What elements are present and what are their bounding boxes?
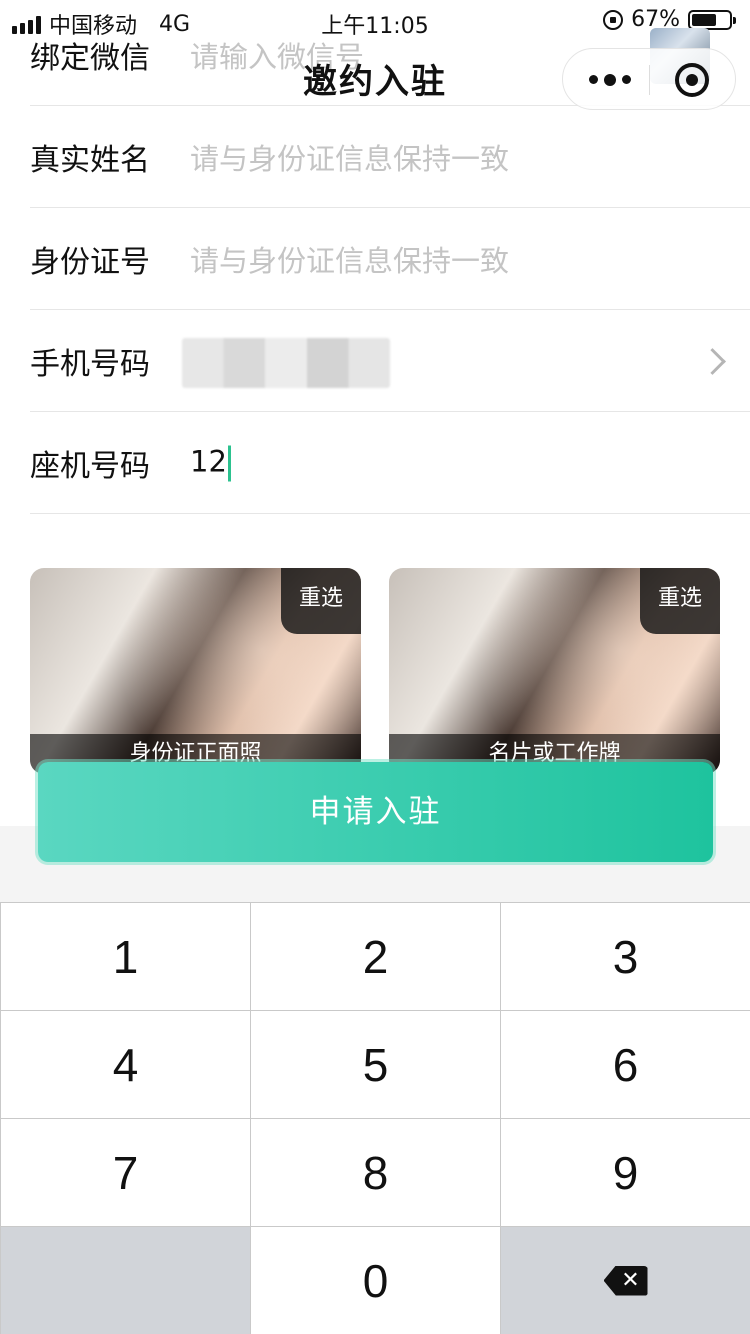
idcard-row[interactable]: 身份证号 请与身份证信息保持一致 (30, 209, 750, 310)
business-card-upload[interactable]: 重选 名片或工作牌 (389, 568, 720, 774)
key-9[interactable]: 9 (500, 1118, 750, 1226)
key-5[interactable]: 5 (250, 1010, 500, 1118)
capsule-menu (562, 48, 736, 110)
backspace-icon: ✕ (603, 1265, 648, 1296)
mobile-value-redacted (182, 338, 390, 388)
reselect-button[interactable]: 重选 (281, 568, 361, 634)
key-3[interactable]: 3 (500, 902, 750, 1010)
realname-label: 真实姓名 (30, 143, 150, 178)
key-1[interactable]: 1 (0, 902, 250, 1010)
chevron-right-icon[interactable] (699, 348, 726, 375)
key-8[interactable]: 8 (250, 1118, 500, 1226)
landline-row[interactable]: 座机号码 12 (30, 413, 750, 514)
key-0[interactable]: 0 (250, 1226, 500, 1334)
reselect-button[interactable]: 重选 (640, 568, 720, 634)
mobile-row[interactable]: 手机号码 (30, 311, 750, 412)
realname-row[interactable]: 真实姓名 请与身份证信息保持一致 (30, 107, 750, 208)
realname-input[interactable]: 请与身份证信息保持一致 (190, 136, 509, 178)
more-icon[interactable] (589, 73, 631, 86)
idcard-input[interactable]: 请与身份证信息保持一致 (190, 238, 509, 280)
apply-button[interactable]: 申请入驻 (38, 762, 713, 862)
key-4[interactable]: 4 (0, 1010, 250, 1118)
landline-input[interactable]: 12 (190, 445, 231, 482)
text-caret (227, 445, 231, 482)
backspace-key[interactable]: ✕ (500, 1226, 750, 1334)
key-2[interactable]: 2 (250, 902, 500, 1010)
mobile-label: 手机号码 (30, 347, 150, 382)
key-7[interactable]: 7 (0, 1118, 250, 1226)
id-front-upload[interactable]: 重选 身份证正面照 (30, 568, 361, 774)
landline-value: 12 (190, 444, 227, 479)
numeric-keypad: 1 2 3 4 5 6 7 8 9 0 ✕ (0, 902, 750, 1334)
idcard-label: 身份证号 (30, 245, 150, 280)
key-empty (0, 1226, 250, 1334)
close-miniprogram-icon[interactable] (675, 63, 709, 97)
landline-label: 座机号码 (30, 449, 150, 484)
screen: 中国移动 4G 上午11:05 67% 绑定微信 请输入微信号 真实姓名 请与身… (0, 0, 750, 1334)
key-6[interactable]: 6 (500, 1010, 750, 1118)
capsule-divider (649, 65, 650, 95)
